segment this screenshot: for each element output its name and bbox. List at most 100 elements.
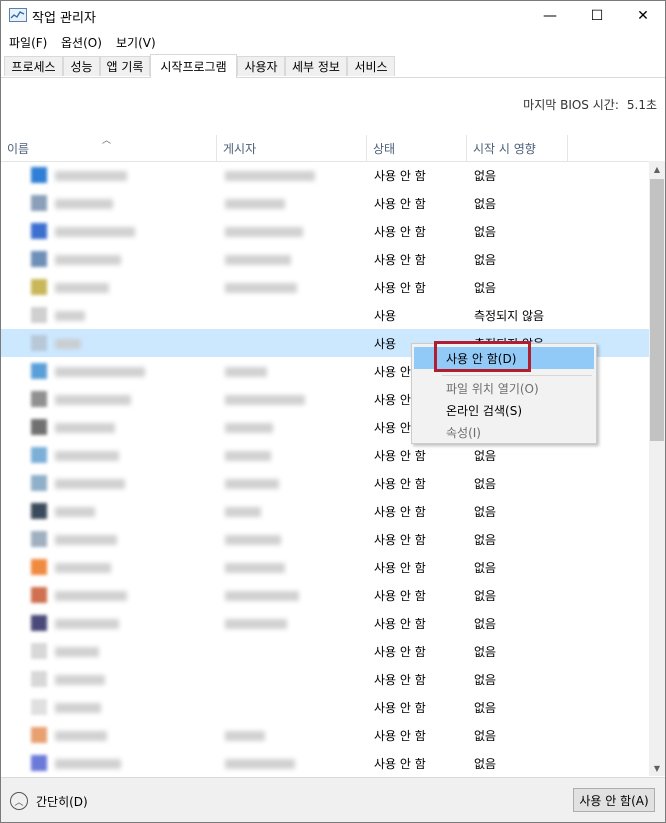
- app-icon: [31, 755, 47, 771]
- startup-row[interactable]: 사용 안 함 없음: [1, 665, 649, 693]
- column-startup-impact[interactable]: 시작 시 영향: [467, 135, 568, 161]
- redacted-publisher: [225, 199, 285, 209]
- redacted-app-name: [55, 703, 101, 713]
- app-icon: [31, 475, 47, 491]
- impact-cell: 없음: [474, 169, 497, 183]
- startup-row[interactable]: 사용 안 함 없음: [1, 245, 649, 273]
- context-menu-search-online[interactable]: 온라인 검색(S): [414, 399, 594, 421]
- close-icon: ✕: [637, 8, 649, 24]
- status-cell: 사용 안 함: [374, 561, 426, 575]
- scroll-down-icon[interactable]: ▼: [649, 760, 665, 776]
- startup-row[interactable]: 사용 안 함 없음: [1, 497, 649, 525]
- window-title: 작업 관리자: [32, 11, 96, 26]
- close-button[interactable]: ✕: [620, 1, 665, 31]
- startup-row[interactable]: 사용 안 함 없음: [1, 189, 649, 217]
- tab-app-history[interactable]: 앱 기록: [100, 56, 150, 76]
- redacted-app-name: [55, 451, 119, 461]
- bios-time-value: 5.1초: [626, 98, 657, 112]
- startup-row[interactable]: 사용 안 함 없음: [1, 217, 649, 245]
- column-publisher[interactable]: 게시자: [217, 135, 367, 161]
- tab-performance[interactable]: 성능: [63, 56, 100, 76]
- redacted-publisher: [225, 535, 281, 545]
- status-cell: 사용 안 함: [374, 645, 426, 659]
- scroll-up-icon[interactable]: ▲: [649, 161, 665, 177]
- startup-row[interactable]: 사용 안 함 없음: [1, 441, 649, 469]
- impact-cell: 측정되지 않음: [474, 309, 545, 323]
- minimize-icon: —: [543, 8, 557, 24]
- status-cell: 사용 안 함: [374, 701, 426, 715]
- startup-row[interactable]: 사용 측정되지 않음: [1, 301, 649, 329]
- app-icon: [31, 727, 47, 743]
- redacted-publisher: [225, 563, 285, 573]
- redacted-publisher: [225, 255, 291, 265]
- status-cell: 사용 안 함: [374, 281, 426, 295]
- startup-row[interactable]: 사용 안 함 없음: [1, 749, 649, 776]
- startup-row[interactable]: 사용 안 함 없음: [1, 553, 649, 581]
- impact-cell: 없음: [474, 561, 497, 575]
- sort-ascending-icon: ︿: [102, 136, 112, 146]
- app-icon: [31, 531, 47, 547]
- status-cell: 사용 안 함: [374, 729, 426, 743]
- startup-row[interactable]: 사용 안 함 없음: [1, 469, 649, 497]
- footer-bar: ︿ 간단히(D) 사용 안 함(A): [1, 777, 665, 822]
- disable-button[interactable]: 사용 안 함(A): [573, 788, 655, 812]
- redacted-app-name: [55, 423, 115, 433]
- startup-row[interactable]: 사용 안 함 없음: [1, 525, 649, 553]
- column-status[interactable]: 상태: [367, 135, 467, 161]
- redacted-publisher: [225, 591, 299, 601]
- impact-cell: 없음: [474, 757, 497, 771]
- app-icon: [31, 195, 47, 211]
- tab-users[interactable]: 사용자: [237, 56, 285, 76]
- column-name[interactable]: ︿ 이름: [1, 135, 217, 161]
- startup-row[interactable]: 사용 안 함 없음: [1, 721, 649, 749]
- status-cell: 사용 안 함: [374, 477, 426, 491]
- redacted-app-name: [55, 227, 135, 237]
- tab-strip: 프로세스 성능 앱 기록 시작프로그램 사용자 세부 정보 서비스: [1, 54, 665, 78]
- context-menu-properties[interactable]: 속성(I): [414, 421, 594, 443]
- app-icon: [31, 167, 47, 183]
- impact-cell: 없음: [474, 281, 497, 295]
- impact-cell: 없음: [474, 505, 497, 519]
- tab-startup[interactable]: 시작프로그램: [150, 54, 237, 78]
- column-status-label: 상태: [373, 142, 396, 156]
- tab-details[interactable]: 세부 정보: [285, 56, 347, 76]
- minimize-button[interactable]: —: [527, 1, 573, 31]
- impact-cell: 없음: [474, 617, 497, 631]
- redacted-publisher: [225, 507, 261, 517]
- tab-services[interactable]: 서비스: [347, 56, 395, 76]
- startup-row[interactable]: 사용 안 함 없음: [1, 609, 649, 637]
- redacted-app-name: [55, 479, 125, 489]
- status-cell: 사용 안 함: [374, 197, 426, 211]
- startup-row[interactable]: 사용 안 함 없음: [1, 581, 649, 609]
- impact-cell: 없음: [474, 729, 497, 743]
- startup-row[interactable]: 사용 안 함 없음: [1, 637, 649, 665]
- startup-row[interactable]: 사용 안 함 없음: [1, 273, 649, 301]
- startup-row[interactable]: 사용 안 함 없음: [1, 161, 649, 189]
- redacted-publisher: [225, 227, 303, 237]
- app-icon: [31, 307, 47, 323]
- fewer-details-link[interactable]: 간단히(D): [36, 793, 88, 810]
- app-icon: [31, 559, 47, 575]
- redacted-app-name: [55, 255, 121, 265]
- redacted-app-name: [55, 283, 109, 293]
- menu-file[interactable]: 파일(F): [9, 34, 47, 51]
- redacted-app-name: [55, 647, 99, 657]
- context-menu-open-file-location[interactable]: 파일 위치 열기(O): [414, 377, 594, 399]
- vertical-scrollbar[interactable]: ▲ ▼: [649, 161, 665, 776]
- menu-view[interactable]: 보기(V): [116, 34, 156, 51]
- column-header: ︿ 이름 게시자 상태 시작 시 영향: [1, 135, 665, 162]
- highlight-box: [434, 341, 531, 372]
- startup-list: 사용 안 함 없음 사용 안 함 없음 사용 안 함 없음 사용 안 함 없음 사용 안 함 없음…: [1, 161, 649, 776]
- redacted-publisher: [225, 451, 271, 461]
- startup-row[interactable]: 사용 안 함 없음: [1, 693, 649, 721]
- impact-cell: 없음: [474, 253, 497, 267]
- app-icon: [31, 643, 47, 659]
- maximize-button[interactable]: ☐: [574, 1, 620, 31]
- redacted-app-name: [55, 199, 113, 209]
- scroll-thumb[interactable]: [650, 179, 664, 441]
- collapse-chevron-icon[interactable]: ︿: [10, 792, 28, 810]
- tab-processes[interactable]: 프로세스: [4, 56, 63, 76]
- menu-options[interactable]: 옵션(O): [61, 34, 102, 51]
- redacted-app-name: [55, 507, 95, 517]
- status-cell: 사용: [374, 337, 397, 351]
